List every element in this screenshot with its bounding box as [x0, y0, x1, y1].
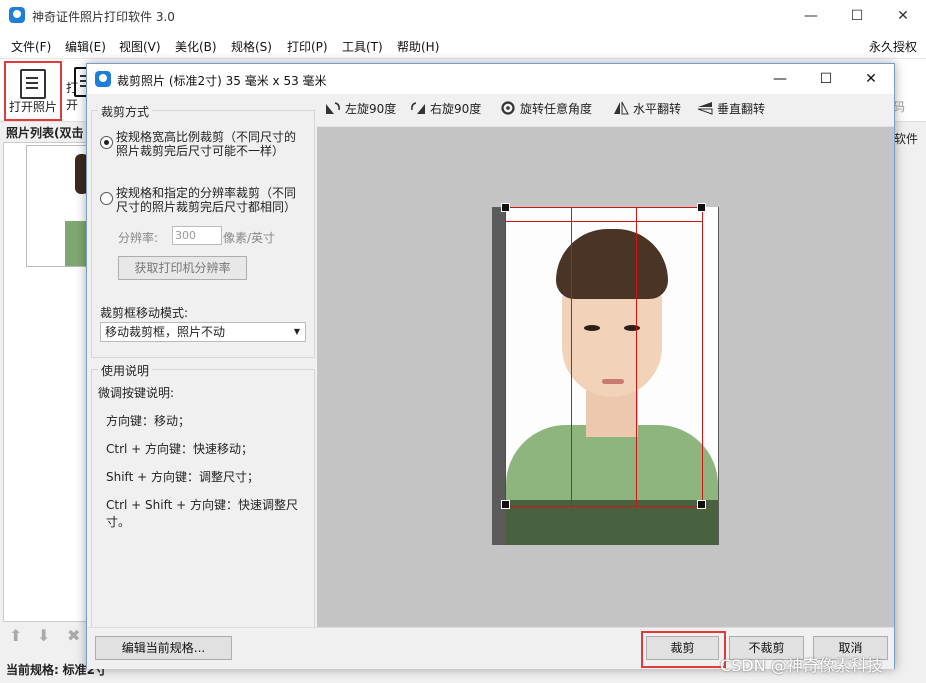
radio-ratio-label-1: 按规格宽高比例裁剪（不同尺寸的	[116, 130, 297, 144]
current-spec-label: 当前规格:	[6, 663, 59, 677]
move-mode-value: 移动裁剪框，照片不动	[105, 325, 226, 339]
dialog-close-button[interactable]: ✕	[848, 64, 894, 94]
photo-thumbnail[interactable]	[26, 145, 88, 267]
open-photo-label: 打开照片	[8, 100, 57, 114]
flip-vertical-label: 垂直翻转	[717, 102, 766, 116]
help-group: 使用说明 微调按键说明: 方向键：移动； Ctrl + 方向键：快速移动； Sh…	[91, 362, 315, 629]
delete-icon[interactable]: ✖	[67, 626, 85, 645]
crop-grid-line	[506, 221, 702, 222]
thumbnail-shirt	[65, 221, 87, 266]
menu-bar: 文件(F) 编辑(E) 视图(V) 美化(B) 规格(S) 打印(P) 工具(T…	[0, 32, 926, 59]
flip-horizontal-button[interactable]: 水平翻转	[613, 100, 681, 120]
crop-handle-bottom-left[interactable]	[501, 500, 510, 509]
crop-grid-line	[636, 208, 637, 506]
dialog-title-bar: 裁剪照片 (标准2寸) 35 毫米 x 53 毫米 — ☐ ✕	[87, 64, 894, 94]
menu-file[interactable]: 文件(F)	[11, 38, 51, 55]
edit-spec-button[interactable]: 编辑当前规格...	[95, 636, 232, 660]
move-mode-label: 裁剪框移动模式:	[100, 306, 189, 320]
app-title: 神奇证件照片打印软件 3.0	[32, 10, 175, 24]
menu-beautify[interactable]: 美化(B)	[175, 38, 217, 55]
menu-tools[interactable]: 工具(T)	[342, 38, 383, 55]
edit-toolbar: 左旋90度 右旋90度 旋转任意角度 水平翻转 垂直翻转	[317, 94, 894, 127]
flip-horizontal-icon	[614, 101, 629, 115]
crop-method-title: 裁剪方式	[98, 103, 153, 120]
open-label: 打开	[66, 81, 79, 112]
crop-frame[interactable]	[501, 203, 706, 509]
license-status: 永久授权	[869, 40, 918, 54]
radio-ratio-crop[interactable]	[100, 136, 113, 149]
rotate-right-button[interactable]: 右旋90度	[410, 100, 481, 120]
dpi-label: 分辨率:	[118, 231, 159, 245]
rotate-right-label: 右旋90度	[430, 102, 482, 116]
rotate-any-button[interactable]: 旋转任意角度	[500, 100, 592, 120]
flip-horizontal-label: 水平翻转	[633, 102, 682, 116]
menu-spec[interactable]: 规格(S)	[231, 38, 272, 55]
help-line: Ctrl + Shift + 方向键：快速调整尺寸。	[106, 498, 298, 529]
right-panel-label: 软件	[894, 132, 919, 146]
move-mode-select[interactable]: 移动裁剪框，照片不动 ▼	[100, 322, 306, 342]
help-line: 方向键：移动；	[106, 414, 191, 428]
menu-edit[interactable]: 编辑(E)	[65, 38, 106, 55]
minimize-button[interactable]: —	[788, 0, 834, 32]
move-down-icon[interactable]: ⬇	[37, 626, 55, 645]
rotate-left-button[interactable]: 左旋90度	[325, 100, 396, 120]
open-photo-icon	[20, 69, 46, 99]
chevron-down-icon: ▼	[293, 327, 300, 336]
rotate-any-icon	[501, 101, 515, 115]
help-title: 使用说明	[98, 362, 153, 379]
radio-ratio-label-2: 照片裁剪完后尺寸可能不一样）	[116, 144, 285, 158]
get-printer-dpi-button[interactable]: 获取打印机分辨率	[118, 256, 247, 280]
help-line: Shift + 方向键：调整尺寸；	[106, 470, 259, 484]
app-logo-icon	[9, 7, 25, 23]
dialog-app-icon	[95, 71, 111, 87]
rotate-right-icon	[411, 102, 425, 114]
menu-view[interactable]: 视图(V)	[119, 38, 161, 55]
crop-button[interactable]: 裁剪	[646, 636, 719, 660]
crop-handle-bottom-right[interactable]	[697, 500, 706, 509]
dpi-unit: 像素/英寸	[223, 231, 276, 245]
crop-handle-top-left[interactable]	[501, 203, 510, 212]
flip-vertical-icon	[697, 102, 713, 115]
dialog-title: 裁剪照片 (标准2寸) 35 毫米 x 53 毫米	[117, 74, 327, 88]
radio-dpi-label-2: 尺寸的照片裁剪完后尺寸都相同）	[116, 200, 297, 214]
photo-list-nav: ⬆ ⬇ ✖	[3, 622, 85, 650]
watermark: CSDN @神奇像素科技	[720, 656, 883, 675]
crop-canvas[interactable]	[317, 127, 894, 627]
photo-list-title: 照片列表(双击	[6, 126, 84, 140]
rotate-left-label: 左旋90度	[345, 102, 397, 116]
help-line: 微调按键说明:	[98, 386, 175, 400]
flip-vertical-button[interactable]: 垂直翻转	[697, 100, 765, 120]
help-line: Ctrl + 方向键：快速移动；	[106, 442, 254, 456]
open-photo-button[interactable]: 打开照片	[4, 61, 62, 121]
menu-help[interactable]: 帮助(H)	[397, 38, 439, 55]
rotate-left-icon	[326, 102, 340, 114]
rotate-any-label: 旋转任意角度	[520, 102, 593, 116]
dpi-input[interactable]: 300	[172, 226, 222, 245]
crop-grid-line	[571, 208, 572, 506]
move-up-icon[interactable]: ⬆	[9, 626, 27, 645]
radio-dpi-crop[interactable]	[100, 192, 113, 205]
dialog-maximize-button[interactable]: ☐	[803, 64, 849, 94]
main-title-bar: 神奇证件照片打印软件 3.0 — ☐ ✕	[0, 0, 926, 32]
open-button[interactable]: 打开	[62, 61, 88, 117]
crop-method-group: 裁剪方式 按规格宽高比例裁剪（不同尺寸的 照片裁剪完后尺寸可能不一样） 按规格和…	[91, 103, 315, 358]
close-button[interactable]: ✕	[880, 0, 926, 32]
crop-handle-top-right[interactable]	[697, 203, 706, 212]
crop-dialog: 裁剪照片 (标准2寸) 35 毫米 x 53 毫米 — ☐ ✕ 裁剪方式 按规格…	[86, 63, 895, 669]
dialog-minimize-button[interactable]: —	[757, 64, 803, 94]
maximize-button[interactable]: ☐	[834, 0, 880, 32]
menu-print[interactable]: 打印(P)	[287, 38, 328, 55]
radio-dpi-label-1: 按规格和指定的分辨率裁剪（不同	[116, 186, 297, 200]
